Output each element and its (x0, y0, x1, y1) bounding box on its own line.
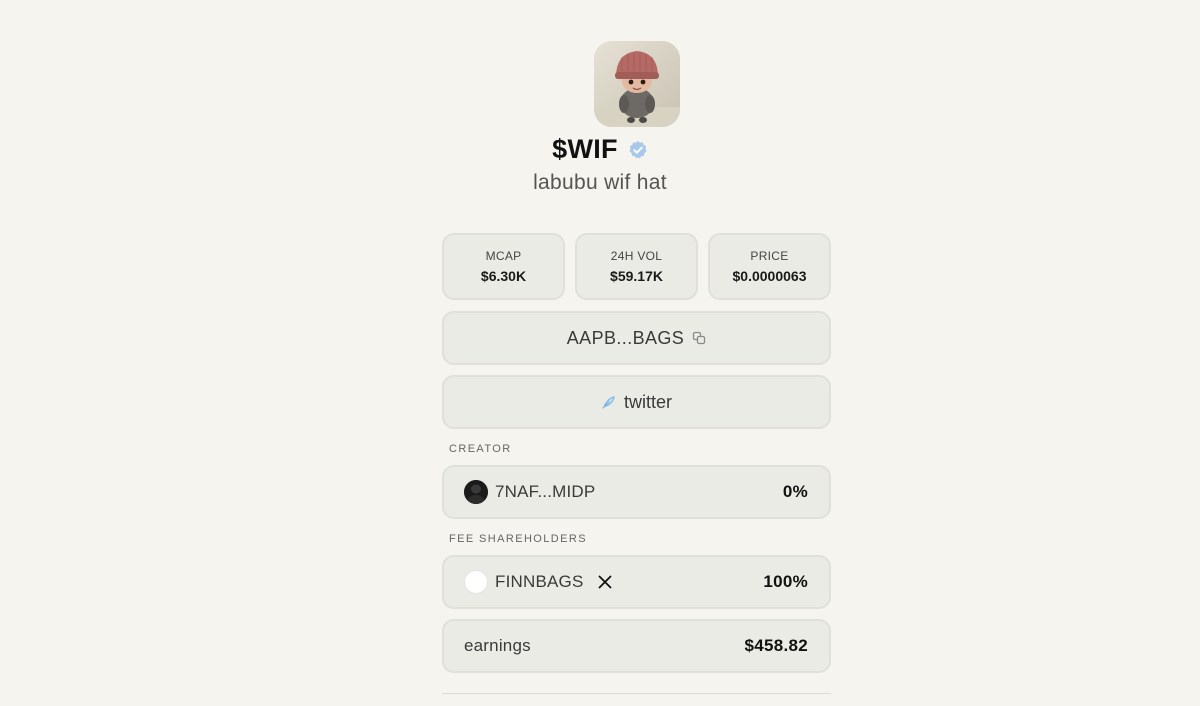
creator-avatar (464, 480, 488, 504)
earnings-row: earnings $458.82 (442, 619, 831, 673)
stat-card-24h-vol: 24H VOL $59.17K (575, 233, 698, 300)
shareholder-row[interactable]: FINNBAGS 100% (442, 555, 831, 609)
creator-section-label: CREATOR (449, 443, 512, 455)
token-name: labubu wif hat (533, 171, 667, 194)
stat-label: MCAP (485, 249, 522, 263)
stat-label: PRICE (750, 249, 789, 263)
stat-card-price: PRICE $0.0000063 (708, 233, 831, 300)
shareholder-share: 100% (763, 572, 808, 591)
stat-label: 24H VOL (610, 249, 663, 263)
contract-address-text: AAPB...BAGS (566, 327, 685, 348)
contract-address-button[interactable]: AAPB...BAGS (442, 311, 831, 365)
divider (442, 693, 831, 694)
earnings-label: earnings (464, 636, 531, 655)
token-page: $WIF labubu wif hat MCAP $6.30K 24H VOL … (0, 0, 1200, 706)
labubu-wif-hat-image (594, 41, 680, 127)
creator-address: 7NAF...MIDP (495, 482, 596, 501)
earnings-value: $458.82 (744, 636, 808, 655)
verified-badge-icon (629, 140, 647, 158)
creator-share: 0% (782, 482, 808, 501)
copy-icon[interactable] (692, 331, 706, 345)
token-ticker: $WIF (552, 134, 618, 164)
twitter-link-button[interactable]: twitter (442, 375, 831, 429)
stat-value: $0.0000063 (732, 268, 807, 284)
twitter-link-label: twitter (623, 391, 672, 412)
creator-avatar-image (464, 480, 488, 504)
stat-card-mcap: MCAP $6.30K (442, 233, 565, 300)
fee-shareholders-section-label: FEE SHAREHOLDERS (449, 533, 587, 545)
shareholder-avatar (464, 570, 488, 594)
token-image (594, 41, 680, 127)
feather-icon (602, 395, 615, 409)
stat-value: $6.30K (480, 268, 527, 284)
x-logo-icon[interactable] (598, 575, 612, 589)
shareholder-name: FINNBAGS (495, 572, 584, 591)
title-row: $WIF (0, 134, 1200, 165)
creator-row[interactable]: 7NAF...MIDP 0% (442, 465, 831, 519)
stat-value: $59.17K (610, 268, 663, 284)
